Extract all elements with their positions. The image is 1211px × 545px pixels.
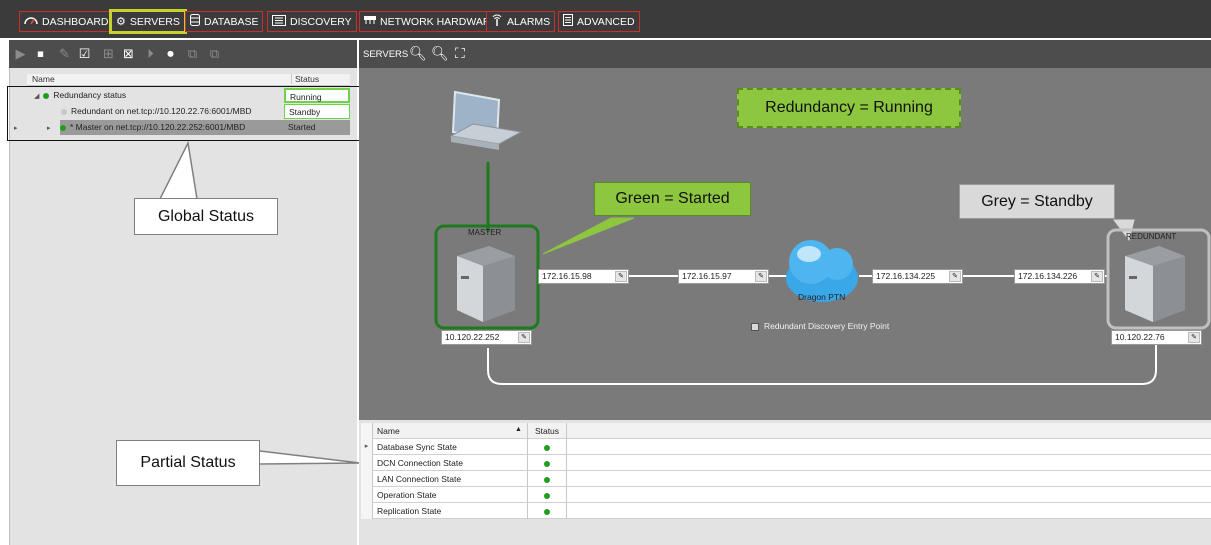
- partial-status-table: Name ▲ Status ▸ Database Sync State DCN …: [361, 423, 1211, 519]
- redundant-server-icon: [1106, 228, 1211, 330]
- partial-status-callout: Partial Status: [116, 440, 260, 486]
- status-dot: [544, 444, 550, 451]
- table-row[interactable]: Operation State: [361, 487, 1211, 503]
- redundancy-running-callout: Redundancy = Running: [737, 88, 961, 128]
- ip-text: 172.16.134.225: [876, 271, 936, 281]
- table-cell-name: Database Sync State: [377, 442, 457, 452]
- status-dot: [544, 508, 550, 515]
- table-col-name[interactable]: Name: [377, 426, 400, 436]
- green-started-callout: Green = Started: [594, 182, 751, 216]
- edit-pin-icon[interactable]: ✎: [518, 332, 530, 343]
- master-server-icon: [434, 224, 540, 330]
- ip-redundant-mgmt[interactable]: 10.120.22.76 ✎: [1111, 330, 1202, 345]
- master-label: MASTER: [468, 228, 502, 237]
- table-row[interactable]: DCN Connection State: [361, 455, 1211, 471]
- diagram-toolbar-label: SERVERS: [363, 49, 409, 60]
- status-dot: [544, 492, 550, 499]
- edit-pin-icon[interactable]: ✎: [1091, 271, 1103, 282]
- ip-master-link[interactable]: 172.16.15.98 ✎: [538, 269, 629, 284]
- table-cell-status: [527, 487, 567, 503]
- edit-pin-icon[interactable]: ✎: [1188, 332, 1200, 343]
- zoom-in-icon[interactable]: 🔍︎: [409, 45, 427, 62]
- table-row[interactable]: LAN Connection State: [361, 471, 1211, 487]
- nav-advanced-label: ADVANCED: [577, 15, 635, 28]
- cloud-label: Dragon PTN: [798, 292, 846, 302]
- table-cell-status: [527, 439, 567, 455]
- redundant-entry-point-option[interactable]: Redundant Discovery Entry Point: [751, 321, 889, 331]
- edit-pin-icon[interactable]: ✎: [615, 271, 627, 282]
- table-row[interactable]: Replication State: [361, 503, 1211, 519]
- table-cell-name: Replication State: [377, 506, 442, 516]
- table-row[interactable]: ▸ Database Sync State: [361, 439, 1211, 455]
- ip-text: 172.16.15.98: [542, 271, 592, 281]
- table-cell-status: [527, 455, 567, 471]
- document-icon: [563, 14, 573, 29]
- edit-pin-icon[interactable]: ✎: [755, 271, 767, 282]
- row-pointer-icon: ▸: [361, 439, 373, 455]
- redundant-entry-label: Redundant Discovery Entry Point: [764, 321, 890, 331]
- topology-diagram: Redundancy = Running Green = Started Gre…: [359, 40, 1211, 420]
- diagram-toolbar: SERVERS 🔍︎ 🔍︎ ⛶: [359, 40, 1211, 68]
- ip-cloud-left[interactable]: 172.16.15.97 ✎: [678, 269, 769, 284]
- table-cell-name: LAN Connection State: [377, 474, 462, 484]
- ip-text: 10.120.22.252: [445, 332, 500, 342]
- ip-redundant-link[interactable]: 172.16.134.226 ✎: [1014, 269, 1105, 284]
- table-cell-name: Operation State: [377, 490, 437, 500]
- redundant-label: REDUNDANT: [1126, 232, 1177, 241]
- global-status-callout: Global Status: [134, 198, 278, 235]
- sort-ascending-icon[interactable]: ▲: [515, 426, 522, 433]
- nav-alarms[interactable]: ALARMS: [486, 11, 556, 32]
- nav-advanced[interactable]: ADVANCED: [558, 11, 640, 32]
- ip-text: 172.16.134.226: [1018, 271, 1078, 281]
- grey-standby-callout: Grey = Standby: [959, 184, 1115, 219]
- nav-network-hardware-label: NETWORK HARDWARE: [380, 15, 498, 28]
- ip-text: 10.120.22.76: [1115, 332, 1165, 342]
- table-header: Name ▲ Status: [361, 423, 1211, 439]
- nav-network-hardware[interactable]: NETWORK HARDWARE: [359, 11, 503, 32]
- laptop-icon: [449, 90, 523, 150]
- table-col-status[interactable]: Status: [527, 423, 567, 439]
- ip-master-mgmt[interactable]: 10.120.22.252 ✎: [441, 330, 532, 345]
- alarm-icon: [491, 14, 503, 29]
- table-cell-status: [527, 471, 567, 487]
- app-root: DASHBOARD ⚙ SERVERS DATABASE DISCOVERY NE…: [0, 0, 1211, 545]
- edit-pin-icon[interactable]: ✎: [949, 271, 961, 282]
- table-cell-status: [527, 503, 567, 519]
- ip-cloud-right[interactable]: 172.16.134.225 ✎: [872, 269, 963, 284]
- redundant-entry-checkbox[interactable]: [751, 322, 759, 331]
- table-cell-name: DCN Connection State: [377, 458, 463, 468]
- status-dot: [544, 476, 550, 483]
- fit-screen-icon[interactable]: ⛶: [455, 45, 465, 62]
- ip-text: 172.16.15.97: [682, 271, 732, 281]
- nav-alarms-label: ALARMS: [507, 15, 551, 28]
- status-dot: [544, 460, 550, 467]
- zoom-out-icon[interactable]: 🔍︎: [431, 45, 449, 62]
